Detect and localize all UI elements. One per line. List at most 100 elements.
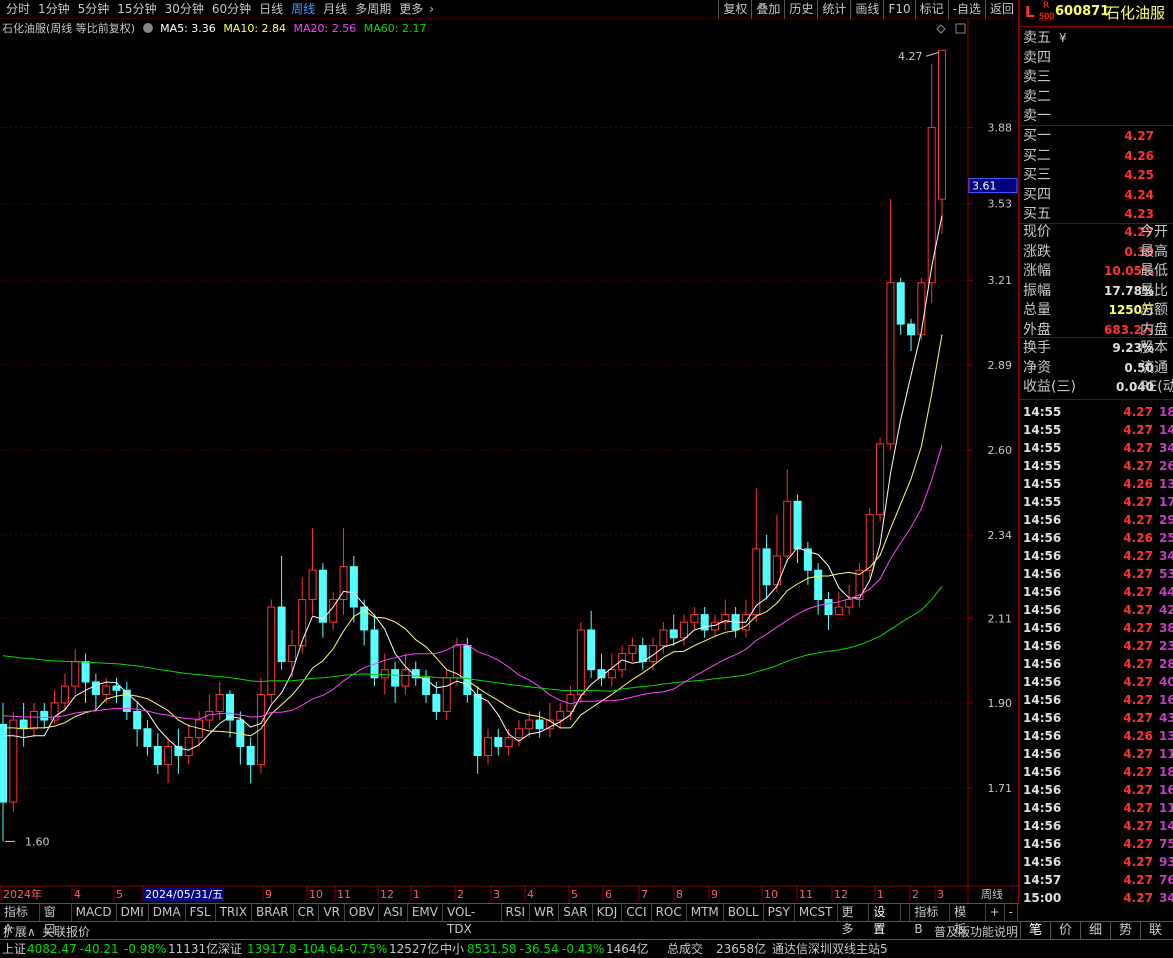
tab-spacer	[901, 904, 911, 921]
indicator-tab-6[interactable]: TRIX	[216, 904, 253, 921]
row-label: 卖三	[1023, 69, 1051, 85]
tool-button-8[interactable]: 返回	[984, 0, 1018, 19]
row-label-2: 流通	[1140, 359, 1168, 376]
row-label-2: PE(动	[1140, 379, 1173, 395]
tick-time: 14:56	[1023, 639, 1062, 653]
period-tab-4[interactable]: 30分钟	[161, 1, 208, 18]
tick-volume: 111	[1159, 801, 1173, 815]
indicator-tab-18[interactable]: CCI	[622, 904, 652, 921]
tick-time: 14:56	[1023, 657, 1062, 671]
detail-tab-2[interactable]: 细	[1080, 922, 1110, 940]
tick-price: 4.27	[1123, 423, 1153, 437]
tick-row: 14:56 4.27 383	[1019, 619, 1173, 637]
period-tab-8[interactable]: 月线	[319, 1, 351, 18]
chevron-right-icon[interactable]: ›	[427, 1, 436, 18]
diamond-icon[interactable]	[936, 24, 946, 34]
indicator-tab-24[interactable]: 更多	[838, 904, 870, 936]
server-name[interactable]: 通达信深圳双线主站5	[772, 940, 888, 958]
tool-button-7[interactable]: -自选	[947, 0, 985, 19]
row-label-2: 总额	[1140, 302, 1168, 318]
candle-body-up	[71, 661, 80, 687]
tick-price: 4.27	[1123, 747, 1153, 761]
indicator-tab-1[interactable]: 窗口	[40, 904, 72, 936]
indicator-right-0[interactable]: 指标B	[910, 904, 951, 936]
candle-body-down	[669, 629, 678, 639]
indicator-tab-5[interactable]: FSL	[186, 904, 216, 921]
tool-button-3[interactable]: 统计	[817, 0, 850, 19]
indicator-tab-22[interactable]: PSY	[764, 904, 795, 921]
period-tab-7[interactable]: 周线	[287, 1, 319, 18]
period-tab-9[interactable]: 多周期	[351, 1, 395, 18]
indicator-tab-16[interactable]: SAR	[559, 904, 593, 921]
indicator-tab-21[interactable]: BOLL	[724, 904, 764, 921]
indicator-tab-20[interactable]: MTM	[687, 904, 724, 921]
indicator-right-3[interactable]: -	[1005, 904, 1019, 921]
tick-time: 14:55	[1023, 477, 1062, 491]
tick-row: 14:56 4.27 447	[1019, 583, 1173, 601]
tool-button-5[interactable]: F10	[883, 0, 914, 19]
candle-body-up	[215, 693, 224, 712]
period-tab-1[interactable]: 1分钟	[34, 1, 74, 18]
period-tab-2[interactable]: 5分钟	[74, 1, 114, 18]
period-tab-3[interactable]: 15分钟	[113, 1, 160, 18]
quote-row-3: 振幅 17.78% 量比	[1019, 282, 1173, 300]
indicator-tab-17[interactable]: KDJ	[593, 904, 623, 921]
indicator-tab-7[interactable]: BRAR	[252, 904, 294, 921]
indicator-tab-23[interactable]: MCST	[795, 904, 838, 921]
tick-row: 14:56 4.27 401	[1019, 673, 1173, 691]
row-label: 净资	[1023, 359, 1051, 376]
tool-button-6[interactable]: 标记	[914, 0, 948, 19]
tick-price: 4.27	[1123, 567, 1153, 581]
row-value: 4.25	[1124, 168, 1154, 182]
row-value: 4.26	[1124, 148, 1154, 163]
indicator-tab-25[interactable]: 设置	[869, 904, 902, 936]
candlestick-chart[interactable]: 3.88 3.53 3.21 2.89 2.60 2.34 2.11 1.90 1.71 3.61…	[0, 19, 1018, 903]
indicator-tab-14[interactable]: RSI	[502, 904, 531, 921]
indicator-tab-0[interactable]: 指标A	[0, 904, 40, 936]
related-quote-button[interactable]: 关联报价	[42, 923, 90, 940]
indicator-tab-19[interactable]: ROC	[652, 904, 687, 921]
window-icon[interactable]	[955, 23, 966, 34]
indicator-tab-2[interactable]: MACD	[72, 904, 117, 921]
indicator-tab-3[interactable]: DMI	[117, 904, 149, 921]
candle-body-down	[422, 677, 431, 695]
period-tab-0[interactable]: 分时	[2, 1, 34, 18]
detail-tab-1[interactable]: 价	[1050, 922, 1080, 940]
tick-price: 4.26	[1123, 729, 1153, 743]
indicator-tab-13[interactable]: VOL-TDX	[443, 904, 502, 936]
zx-change: -36.54	[520, 942, 559, 956]
indicator-tab-11[interactable]: ASI	[379, 904, 408, 921]
indicator-tab-15[interactable]: WR	[530, 904, 560, 921]
tool-button-4[interactable]: 画线	[850, 0, 883, 19]
indicator-tabs: 指标A 窗口 MACD DMI DMA FSL TRIX BRAR CR VR OBV ASI EMV V…	[0, 903, 1019, 936]
help-link[interactable]: 普及版功能说明	[934, 923, 1018, 940]
x-tick-label: 9	[711, 888, 718, 901]
indicator-tab-4[interactable]: DMA	[149, 904, 186, 921]
tool-button-0[interactable]: 复权	[718, 0, 751, 19]
candle-body-down	[143, 728, 152, 747]
period-tab-5[interactable]: 60分钟	[208, 1, 255, 18]
detail-tab-0[interactable]: 笔	[1020, 922, 1050, 940]
indicator-tab-8[interactable]: CR	[294, 904, 320, 921]
indicator-tab-9[interactable]: VR	[319, 904, 345, 921]
period-tab-10[interactable]: 更多	[395, 1, 427, 18]
period-tab-6[interactable]: 日线	[255, 1, 287, 18]
indicator-tab-12[interactable]: EMV	[408, 904, 443, 921]
expand-button[interactable]: 扩展∧	[3, 923, 36, 940]
row-value: 4.23	[1124, 207, 1154, 221]
detail-tab-4[interactable]: 联	[1140, 922, 1170, 940]
tick-row: 14:56 4.27 530	[1019, 565, 1173, 583]
indicator-right-1[interactable]: 模 板	[950, 904, 986, 936]
indicator-tab-10[interactable]: OBV	[345, 904, 380, 921]
tick-price: 4.27	[1123, 495, 1153, 509]
row-label: 现价	[1023, 224, 1051, 240]
sell-row-1: 卖一	[1019, 107, 1173, 125]
tool-button-2[interactable]: 历史	[784, 0, 817, 19]
candle-body-down	[277, 606, 286, 663]
row-label-2: 今开	[1140, 224, 1168, 240]
candle-body-up	[256, 693, 265, 766]
tick-volume: 347	[1159, 891, 1173, 905]
indicator-right-2[interactable]: +	[986, 904, 1005, 921]
detail-tab-3[interactable]: 势	[1110, 922, 1140, 940]
tool-button-1[interactable]: 叠加	[751, 0, 784, 19]
